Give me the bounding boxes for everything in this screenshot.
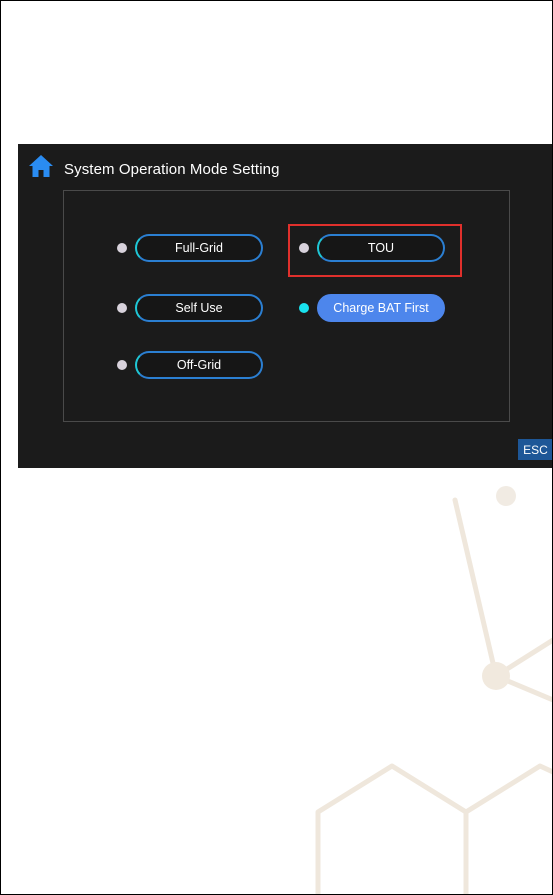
radio-dot-selected[interactable] (299, 303, 309, 313)
esc-button[interactable]: ESC (518, 439, 553, 460)
home-icon[interactable] (28, 154, 54, 178)
inverter-screen: System Operation Mode Setting Full-Grid … (18, 144, 553, 468)
tou-button[interactable]: TOU (317, 234, 445, 262)
mode-option-tou: TOU (299, 234, 445, 262)
decor-dot (482, 662, 510, 690)
radio-dot[interactable] (117, 243, 127, 253)
off-grid-button[interactable]: Off-Grid (135, 351, 263, 379)
hexagon-pattern (315, 497, 553, 895)
mode-option-charge-bat-first: Charge BAT First (299, 294, 445, 322)
decor-dot (496, 486, 516, 506)
charge-bat-first-button[interactable]: Charge BAT First (317, 294, 445, 322)
screen-title: System Operation Mode Setting (64, 161, 280, 178)
mode-option-full-grid: Full-Grid (117, 234, 263, 262)
mode-option-off-grid: Off-Grid (117, 351, 263, 379)
full-grid-button[interactable]: Full-Grid (135, 234, 263, 262)
mode-option-self-use: Self Use (117, 294, 263, 322)
radio-dot[interactable] (117, 303, 127, 313)
radio-dot[interactable] (117, 360, 127, 370)
radio-dot[interactable] (299, 243, 309, 253)
self-use-button[interactable]: Self Use (135, 294, 263, 322)
